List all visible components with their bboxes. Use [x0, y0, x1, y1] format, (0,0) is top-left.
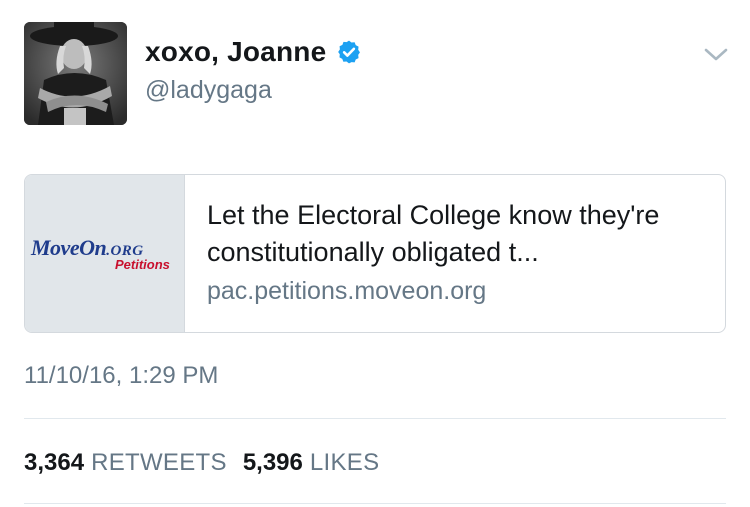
- tweet-stats: 3,364 RETWEETS 5,396 LIKES: [24, 449, 395, 477]
- retweets-count[interactable]: 3,364: [24, 449, 84, 477]
- tweet-timestamp[interactable]: 11/10/16, 1:29 PM: [24, 362, 218, 390]
- divider: [24, 503, 726, 504]
- likes-count[interactable]: 5,396: [243, 449, 303, 477]
- card-url: pac.petitions.moveon.org: [207, 277, 487, 305]
- chevron-down-icon[interactable]: [703, 46, 729, 64]
- retweets-label[interactable]: RETWEETS: [91, 449, 227, 477]
- avatar[interactable]: [24, 22, 127, 125]
- likes-label[interactable]: LIKES: [310, 449, 380, 477]
- divider: [24, 418, 726, 419]
- card-thumbnail: MoveOn.ORG Petitions: [25, 175, 185, 332]
- user-handle[interactable]: @ladygaga: [145, 76, 272, 105]
- moveon-logo: MoveOn.ORG Petitions: [31, 235, 186, 275]
- card-title: Let the Electoral College know they're c…: [207, 200, 660, 267]
- logo-sub-text: Petitions: [115, 257, 170, 272]
- user-name-row[interactable]: xoxo, Joanne: [145, 36, 362, 68]
- display-name[interactable]: xoxo, Joanne: [145, 36, 326, 68]
- link-card[interactable]: MoveOn.ORG Petitions Let the Electoral C…: [24, 174, 726, 333]
- verified-badge-icon: [338, 40, 361, 64]
- avatar-image: [24, 22, 127, 125]
